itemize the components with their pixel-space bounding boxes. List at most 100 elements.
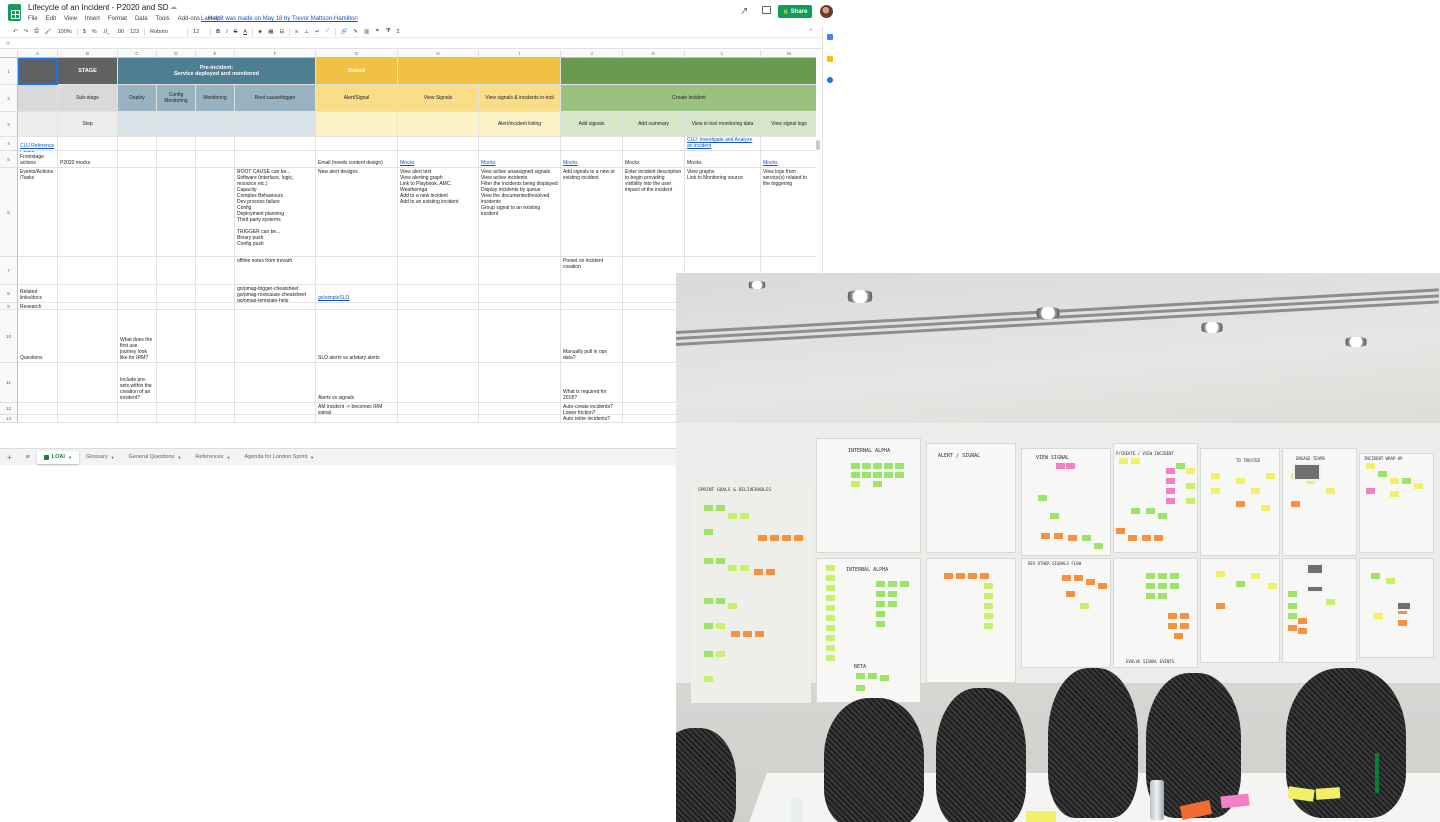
cell-r5-l[interactable]: Mocks [685, 151, 761, 168]
grid-cell[interactable] [398, 112, 479, 137]
merge-cells-icon[interactable]: ⊟ [276, 29, 287, 35]
insert-link-icon[interactable]: 🔗 [338, 29, 351, 35]
grid-cell[interactable] [58, 363, 118, 403]
tasks-icon[interactable] [827, 77, 833, 83]
grid-cell[interactable] [196, 285, 235, 303]
grid-cell[interactable] [196, 415, 235, 423]
cell-questions[interactable]: Questions [18, 310, 58, 363]
column-header-e[interactable]: E [196, 50, 235, 58]
grid-cell[interactable] [479, 137, 561, 151]
borders-icon[interactable]: ▦ [265, 29, 276, 35]
cell-r6-j[interactable]: Add signals to a new or existing inciden… [561, 168, 623, 257]
grid-cell[interactable] [18, 112, 58, 137]
cell-config-monitoring[interactable]: Config Monitoring [157, 85, 196, 112]
star-icon[interactable]: ☆ [159, 3, 165, 11]
grid-cell[interactable] [157, 310, 196, 363]
grid-cell[interactable] [479, 415, 561, 423]
menu-tools[interactable]: Tools [156, 16, 170, 22]
grid-cell[interactable] [316, 257, 398, 285]
cell-alert-listing[interactable]: Alert/incident listing [479, 112, 561, 137]
chevron-down-icon[interactable]: ▼ [177, 455, 181, 460]
tab-loai[interactable]: LOAI ▼ [36, 450, 79, 464]
grid-cell[interactable] [761, 137, 816, 151]
cell-r8-f[interactable]: go/pmag-trigger-cheatsheet go/pmag-rootc… [235, 285, 316, 303]
font-size-select[interactable]: 12 [190, 29, 208, 35]
column-header-g[interactable]: G [316, 50, 398, 58]
grid-cell[interactable] [479, 285, 561, 303]
grid-cell[interactable] [235, 151, 316, 168]
cell-r5-b[interactable]: P2020 mocks [58, 151, 118, 168]
grid-cell[interactable] [118, 403, 157, 415]
grid-cell[interactable] [118, 257, 157, 285]
cell-r12-g[interactable]: AM incident -> becomes IRM signal [316, 403, 398, 415]
functions-button[interactable]: Σ [394, 29, 403, 35]
menu-view[interactable]: View [64, 16, 77, 22]
cell-r6-g[interactable]: New alert designs [316, 168, 398, 257]
text-wrap-icon[interactable]: ↵ [312, 29, 323, 35]
tab-references[interactable]: References ▼ [188, 451, 237, 464]
grid-cell[interactable] [196, 403, 235, 415]
insert-comment-icon[interactable]: ✎ [350, 29, 361, 35]
strikethrough-button[interactable]: S [231, 29, 241, 35]
grid-cell[interactable] [157, 403, 196, 415]
tab-glossary[interactable]: Glossary ▼ [79, 451, 122, 464]
grid-cell[interactable] [157, 257, 196, 285]
grid-cell[interactable] [157, 415, 196, 423]
grid-cell[interactable] [235, 403, 316, 415]
grid-cell[interactable] [398, 363, 479, 403]
grid-cell[interactable] [561, 285, 623, 303]
select-all-corner[interactable] [0, 50, 18, 58]
cell-view-signals-incidents[interactable]: View signals & incidents in-tool [479, 85, 561, 112]
grid-cell[interactable] [235, 363, 316, 403]
cell-r10-c[interactable]: What does the first use journey look lik… [118, 310, 157, 363]
cell-view-signals[interactable]: View Signals [398, 85, 479, 112]
avatar[interactable] [820, 5, 833, 18]
grid-cell[interactable] [235, 112, 316, 137]
number-format-select[interactable]: 123 [127, 29, 142, 35]
grid-cell[interactable] [18, 85, 58, 112]
currency-button[interactable]: $ [80, 29, 89, 35]
cell-go-simpleslo[interactable]: go/simpleSLO [316, 285, 398, 303]
grid-cell[interactable] [398, 310, 479, 363]
activity-trend-icon[interactable]: ↗ [740, 6, 748, 17]
decrease-decimal-button[interactable]: .0_ [100, 29, 114, 35]
grid-cell[interactable] [561, 303, 623, 310]
bold-button[interactable]: B [213, 29, 223, 35]
cell-view-monitoring[interactable]: View in-tool monitoring data [685, 112, 761, 137]
collapse-toolbar-icon[interactable]: ⌃ [805, 29, 816, 35]
grid-cell[interactable] [58, 310, 118, 363]
cell-r5-m[interactable]: Mocks [761, 151, 816, 168]
cell-r11-j[interactable]: What is required for 2018? [561, 363, 623, 403]
undo-icon[interactable]: ↶ [10, 29, 21, 35]
row-header-7[interactable]: 7 [0, 257, 18, 285]
grid-cell[interactable] [196, 137, 235, 151]
grid-cell[interactable] [623, 137, 685, 151]
grid-cell[interactable] [118, 303, 157, 310]
grid-cell[interactable] [479, 363, 561, 403]
grid-cell[interactable] [235, 303, 316, 310]
zoom-select[interactable]: 100% [55, 29, 75, 35]
cell-detect-header[interactable]: Detect [316, 58, 398, 85]
cell-r6-m[interactable]: View logs from service(s) related to the… [761, 168, 816, 257]
grid-cell[interactable] [398, 58, 561, 85]
grid-cell[interactable] [398, 415, 479, 423]
column-header-i[interactable]: I [479, 50, 561, 58]
grid-cell[interactable] [157, 112, 196, 137]
grid-cell[interactable] [157, 363, 196, 403]
column-header-d[interactable]: D [157, 50, 196, 58]
grid-cell[interactable] [58, 168, 118, 257]
cell-r7-f[interactable]: offline notes from trevarh [235, 257, 316, 285]
keep-icon[interactable] [827, 56, 833, 62]
chevron-down-icon[interactable]: ▼ [68, 455, 72, 460]
grid-cell[interactable] [118, 168, 157, 257]
grid-cell[interactable] [398, 257, 479, 285]
grid-cell[interactable] [398, 303, 479, 310]
grid-cell[interactable] [196, 310, 235, 363]
filter-icon[interactable]: ⏷ [372, 28, 382, 35]
increase-decimal-button[interactable]: .00 [113, 29, 127, 35]
cell-research[interactable]: Research [18, 303, 58, 310]
cell-stage-header[interactable]: STAGE [58, 58, 118, 85]
cell-step[interactable]: Step [58, 112, 118, 137]
row-header-8[interactable]: 8 [0, 285, 18, 303]
cell-r13-j[interactable]: Auto retire incidents? [561, 415, 623, 423]
